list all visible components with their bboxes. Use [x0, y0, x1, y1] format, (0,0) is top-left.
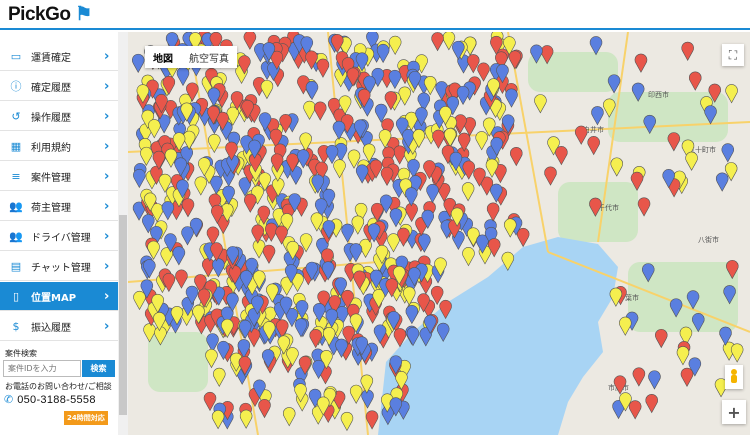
sidebar-item-label: 振込履歴 [31, 322, 71, 334]
svg-text:八街市: 八街市 [698, 235, 719, 244]
chevron-right-icon: › [104, 108, 110, 124]
phone-row[interactable]: ✆ 050-3188-5558 [4, 393, 96, 406]
sidebar-item-label: チャット管理 [31, 262, 91, 274]
info-icon: ⓘ [10, 80, 22, 93]
map-icon: ▯ [12, 289, 20, 303]
search-input[interactable] [3, 360, 81, 377]
sidebar-item-label: ドライバ管理 [31, 232, 91, 244]
sidebar-item-label: 案件管理 [31, 172, 71, 184]
sidebar-item[interactable]: ▯ 位置MAP › [0, 282, 118, 311]
support-badge: 24時間対応 [64, 411, 108, 425]
svg-text:印西市: 印西市 [648, 90, 669, 99]
sidebar-scroll-thumb[interactable] [119, 215, 127, 415]
contact-text: お電話のお問い合わせ/ご相談 [5, 382, 112, 391]
sidebar-item[interactable]: ⓘ 確定履歴 › [0, 72, 118, 101]
sidebar-item-label: 利用規約 [31, 142, 71, 154]
sidebar-item[interactable]: 👥 ドライバ管理 › [0, 222, 118, 251]
map-type-satellite[interactable]: 航空写真 [181, 46, 237, 68]
pegman-button[interactable] [725, 365, 743, 389]
sidebar-item[interactable]: ▭ 運賃確定 › [0, 42, 118, 71]
flag-icon: ⚑ [70, 4, 92, 25]
calendar-icon: ▦ [10, 139, 22, 153]
sidebar-item[interactable]: ▦ 利用規約 › [0, 132, 118, 161]
search-button[interactable]: 検索 [82, 360, 115, 377]
sidebar-item-label: 操作履歴 [31, 112, 71, 124]
map-type-toggle[interactable]: 地図 航空写真 [145, 46, 237, 68]
chevron-right-icon: › [104, 318, 110, 334]
users-icon: 👥 [9, 229, 23, 243]
sidebar-item[interactable]: ↺ 操作履歴 › [0, 102, 118, 131]
pegman-icon [731, 369, 737, 383]
list-icon: ≡ [11, 169, 21, 183]
chevron-right-icon: › [104, 48, 110, 64]
chevron-right-icon: › [104, 198, 110, 214]
sidebar-item[interactable]: ▤ チャット管理 › [0, 252, 118, 281]
users-icon: 👥 [9, 199, 23, 213]
app-header: PickGo ⚑ [0, 0, 750, 30]
sidebar-item-label: 荷主管理 [31, 202, 71, 214]
sidebar-item[interactable]: ≡ 案件管理 › [0, 162, 118, 191]
sidebar-item-label: 位置MAP [31, 292, 77, 304]
chevron-right-icon: › [104, 258, 110, 274]
chevron-right-icon: › [104, 228, 110, 244]
chat-icon: ▤ [10, 259, 22, 273]
chevron-right-icon: › [104, 78, 110, 94]
history-icon: ↺ [11, 109, 21, 123]
dollar-icon: $ [12, 319, 20, 333]
sidebar-item-label: 確定履歴 [31, 82, 71, 94]
phone-number: 050-3188-5558 [17, 393, 96, 406]
fullscreen-button[interactable]: ⛶ [722, 44, 744, 66]
map-type-map[interactable]: 地図 [145, 46, 181, 68]
phone-icon: ✆ [4, 393, 14, 406]
chevron-right-icon: › [104, 138, 110, 154]
zoom-in-button[interactable]: + [722, 400, 746, 424]
card-icon: ▭ [10, 49, 22, 63]
pickgo-logo[interactable]: PickGo ⚑ [8, 3, 92, 26]
search-title: 案件検索 [5, 349, 37, 358]
map-canvas[interactable]: 印西市白井市千代市中葉市市原市五十町市八街市 [128, 32, 750, 435]
chevron-right-icon: › [104, 168, 110, 184]
map-view[interactable]: 印西市白井市千代市中葉市市原市五十町市八街市 [128, 32, 750, 435]
sidebar-item[interactable]: 👥 荷主管理 › [0, 192, 118, 221]
sidebar-item-label: 運賃確定 [31, 52, 71, 64]
chevron-right-icon: › [104, 288, 110, 304]
sidebar-item[interactable]: $ 振込履歴 › [0, 312, 118, 341]
fullscreen-icon: ⛶ [728, 47, 738, 62]
